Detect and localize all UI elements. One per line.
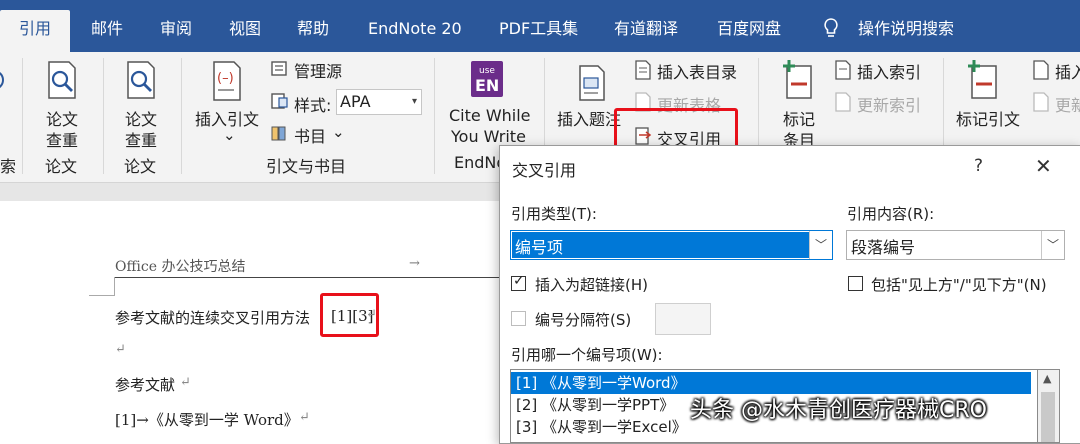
- group-label-partial: 索: [0, 157, 17, 176]
- svg-text:(–): (–): [217, 71, 234, 86]
- manage-sources-button[interactable]: 管理源: [294, 58, 342, 82]
- reference-content-value: 段落编号: [851, 238, 916, 257]
- close-icon[interactable]: ✕: [1035, 154, 1052, 178]
- insert-index-button[interactable]: 插入索引: [857, 59, 921, 83]
- toc-icon[interactable]: [0, 62, 6, 102]
- include-above-below-label: 包括"见上方"/"见下方"(N): [871, 276, 1047, 294]
- chevron-down-icon[interactable]: ⌄: [332, 123, 345, 141]
- list-item[interactable]: [1] 《从零到一学Word》: [511, 372, 1031, 394]
- which-item-label: 引用哪一个编号项(W):: [511, 346, 663, 364]
- group-label-paper-2: 论文: [124, 157, 157, 176]
- header-rule: [115, 277, 500, 278]
- paragraph-1-text: 参考文献的连续交叉引用方法: [115, 309, 311, 327]
- scroll-up-icon[interactable]: ▲: [1043, 372, 1051, 385]
- group-label-paper-1: 论文: [45, 157, 78, 176]
- reference-type-label: 引用类型(T):: [511, 205, 597, 223]
- tell-me-search[interactable]: 操作说明搜索: [858, 10, 954, 52]
- style-label: 样式:: [294, 96, 332, 115]
- paragraph-mark: ↵: [180, 375, 191, 390]
- tab-review[interactable]: 审阅: [160, 10, 192, 52]
- tab-mailings[interactable]: 邮件: [91, 10, 123, 52]
- mark-citation-icon[interactable]: [962, 58, 1002, 102]
- update-index-button: 更新索引: [857, 96, 922, 115]
- manage-sources-icon[interactable]: [270, 60, 290, 78]
- chevron-down-icon[interactable]: ⌄: [223, 126, 236, 144]
- bibliography-button[interactable]: 书目: [294, 123, 326, 147]
- mark-citation-button[interactable]: 标记引文: [956, 106, 1020, 130]
- tab-endnote[interactable]: EndNote 20: [368, 10, 462, 52]
- chevron-down-icon: ﹀: [809, 231, 832, 259]
- mark-entry-icon[interactable]: [777, 58, 817, 102]
- watermark: 头条 @水木青创医疗器械CRO: [690, 398, 987, 423]
- group-label-citations: 引文与书目: [266, 157, 347, 176]
- empty-paragraph-mark: ↵: [115, 342, 126, 357]
- chevron-down-icon: ▾: [411, 96, 417, 107]
- endnote-icon[interactable]: use EN: [470, 60, 504, 98]
- separate-numbers-checkbox: [511, 311, 526, 326]
- header-tab-arrow: →: [409, 256, 420, 271]
- lightbulb-icon: [824, 18, 838, 37]
- style-value: APA: [340, 92, 371, 111]
- margin-corner-mark: [89, 277, 115, 296]
- reference-type-value: 编号项: [515, 238, 564, 257]
- checkmark-icon: ✓: [513, 273, 525, 289]
- chevron-down-icon: ﹀: [1041, 231, 1064, 259]
- tab-references[interactable]: 引用: [0, 10, 71, 52]
- list-scrollbar[interactable]: ▲: [1038, 369, 1060, 443]
- group-divider: [181, 58, 182, 174]
- update-index-icon: [835, 92, 851, 112]
- table-of-figures-icon[interactable]: [634, 60, 652, 80]
- reference-content-select[interactable]: 段落编号 ﹀: [846, 230, 1065, 260]
- include-above-below-checkbox[interactable]: [848, 276, 863, 291]
- tab-baidu-netdisk[interactable]: 百度网盘: [717, 10, 781, 52]
- references-highlight: [320, 293, 379, 337]
- insert-toa-button[interactable]: 插入: [1055, 59, 1080, 83]
- tab-pdf-tools[interactable]: PDF工具集: [499, 10, 578, 52]
- separator-input: [655, 303, 711, 335]
- reference-type-select[interactable]: 编号项 ﹀: [510, 230, 833, 260]
- insert-caption-button[interactable]: 插入题注: [557, 106, 621, 130]
- cite-while-you-write-label-1[interactable]: Cite While: [449, 106, 531, 125]
- reference-content-label: 引用内容(R):: [847, 205, 935, 223]
- style-icon: [271, 93, 288, 109]
- insert-hyperlink-label: 插入为超链接(H): [535, 276, 648, 294]
- group-divider: [103, 58, 104, 174]
- insert-caption-icon[interactable]: [576, 64, 610, 102]
- update-toa-icon: [1033, 92, 1049, 112]
- insert-citation-icon[interactable]: (–): [208, 60, 246, 102]
- reference-item-1: [1]→《从零到一学 Word》: [115, 411, 299, 429]
- insert-hyperlink-checkbox[interactable]: ✓: [511, 273, 526, 291]
- style-dropdown[interactable]: APA ▾: [336, 89, 422, 115]
- separate-numbers-label: 编号分隔符(S): [535, 311, 632, 329]
- paper-check-icon[interactable]: [122, 60, 160, 100]
- tab-youdao-translate[interactable]: 有道翻译: [614, 10, 678, 52]
- paper-check-label-2: 查重: [125, 131, 158, 150]
- group-divider: [22, 58, 23, 174]
- tab-help[interactable]: 帮助: [297, 10, 329, 52]
- header-text: Office 办公技巧总结: [115, 259, 246, 275]
- insert-toa-icon[interactable]: [1032, 60, 1050, 80]
- insert-table-of-figures-button[interactable]: 插入表目录: [657, 59, 737, 83]
- endnote-icon-top: use: [479, 66, 495, 76]
- ribbon-tab-bar: 引用 邮件 审阅 视图 帮助 EndNote 20 PDF工具集 有道翻译 百度…: [0, 0, 1080, 52]
- update-toa-button: 更新: [1055, 96, 1080, 115]
- group-divider: [434, 58, 435, 174]
- insert-index-icon[interactable]: [834, 60, 852, 80]
- tab-view[interactable]: 视图: [229, 10, 261, 52]
- paragraph-mark: ↵: [299, 410, 310, 425]
- paper-check-label-2: 查重: [46, 131, 79, 150]
- references-heading: 参考文献: [115, 376, 176, 394]
- help-button[interactable]: ?: [974, 156, 983, 176]
- scrollbar-thumb[interactable]: [1041, 392, 1055, 442]
- cite-while-you-write-label-2[interactable]: You Write: [451, 127, 526, 146]
- dialog-title: 交叉引用: [512, 161, 577, 180]
- endnote-icon-main: EN: [475, 76, 499, 95]
- bibliography-icon[interactable]: [270, 124, 290, 142]
- paper-check-icon[interactable]: [43, 60, 81, 100]
